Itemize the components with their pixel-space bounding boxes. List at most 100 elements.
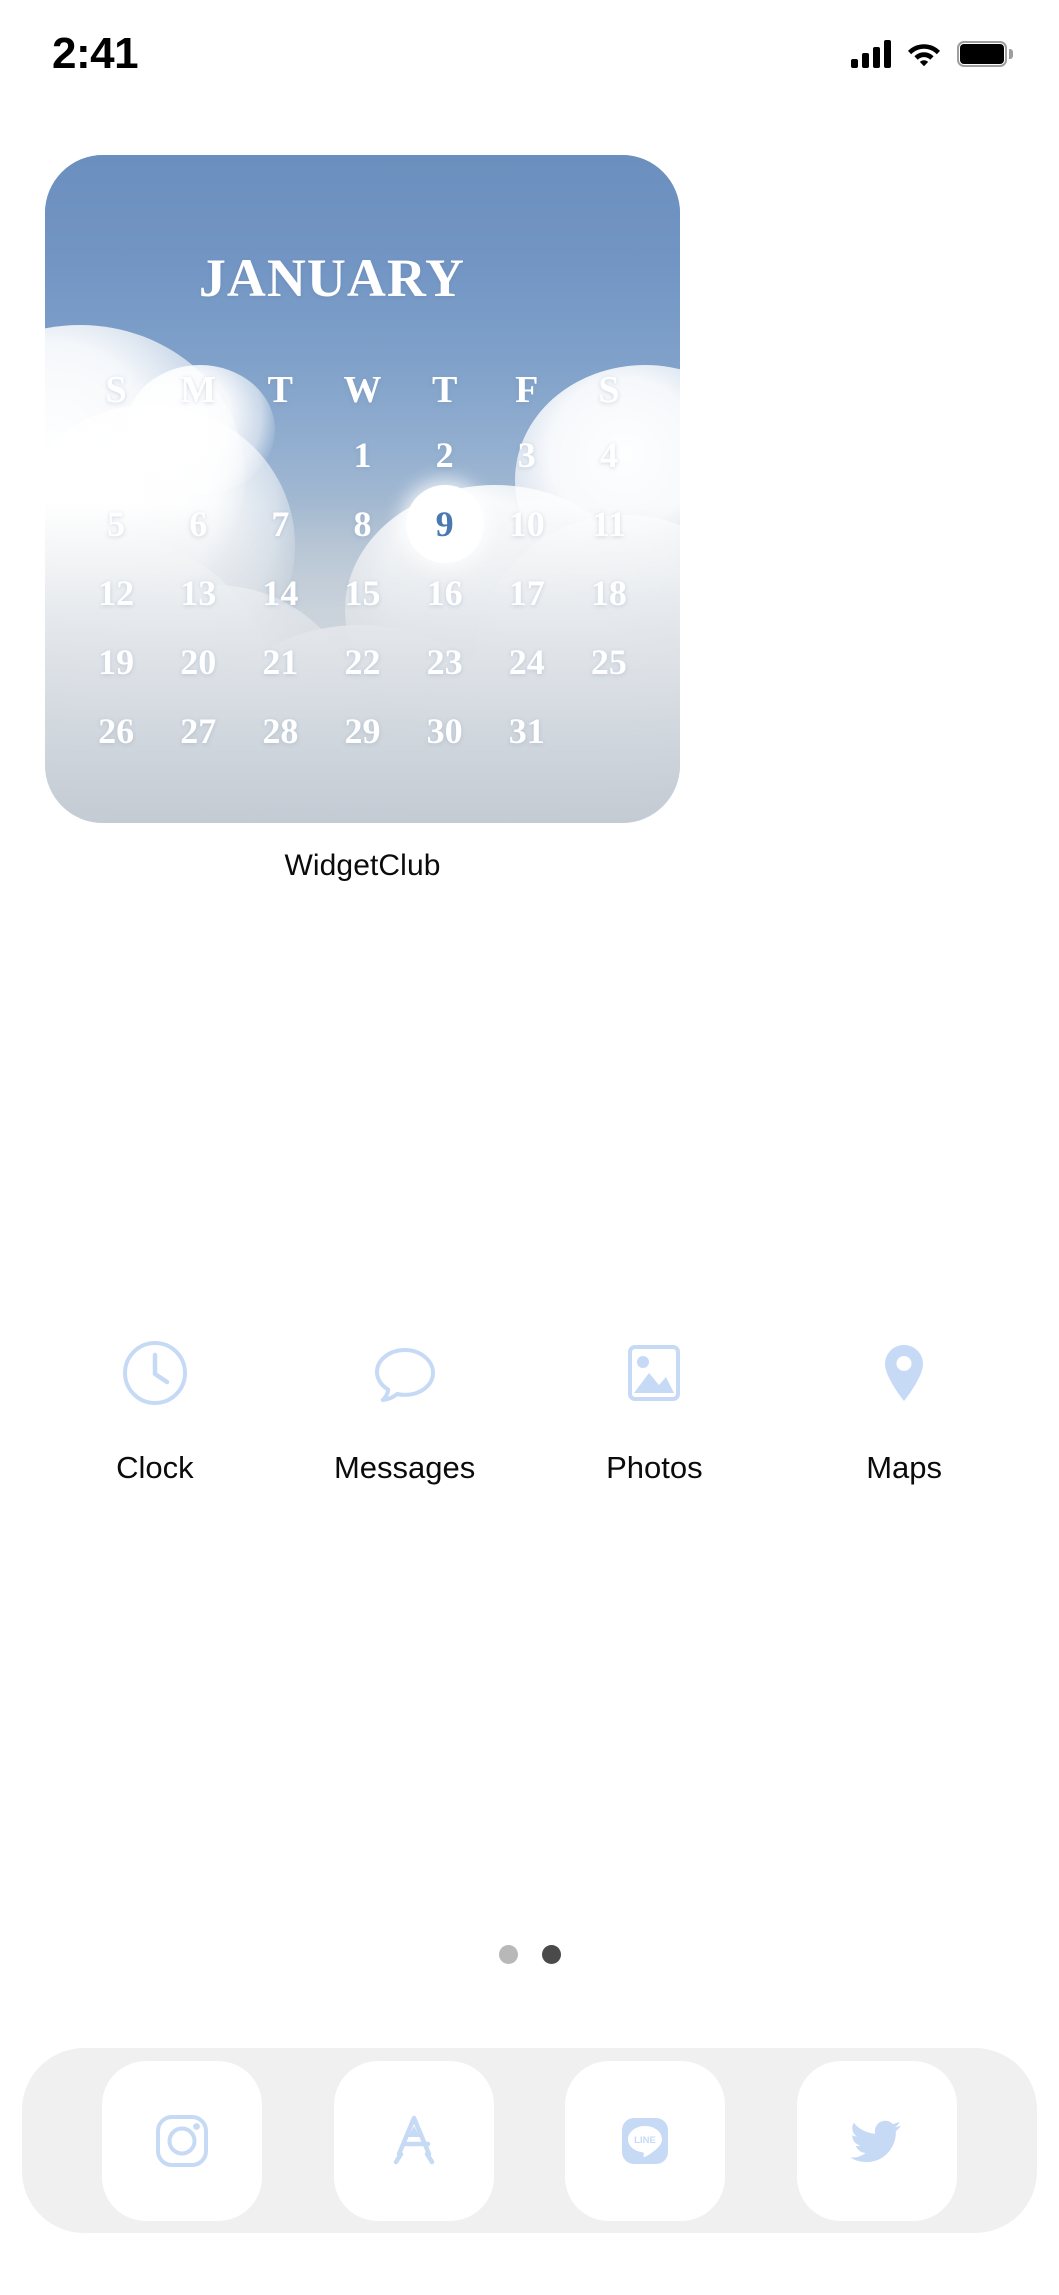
- dock-app-instagram[interactable]: [101, 2060, 262, 2221]
- app-photos[interactable]: Photos: [530, 1330, 780, 1486]
- calendar-day-number: 5: [107, 503, 126, 544]
- calendar-day: 11: [568, 489, 650, 558]
- calendar-empty-cell: [75, 420, 157, 489]
- calendar-day: 30: [404, 696, 486, 765]
- calendar-day-number: 11: [591, 503, 626, 544]
- widget-block: JANUARY S M T W T F S 1 2 3 4 5 6 7 8 9 10 11 12 13 14 15 16 17…: [45, 155, 680, 883]
- calendar-empty-cell: [239, 420, 321, 489]
- message-bubble-icon: [362, 1330, 448, 1416]
- dock-app-twitter[interactable]: [797, 2060, 958, 2221]
- calendar-day: 12: [75, 558, 157, 627]
- calendar-day-number: 23: [426, 641, 463, 682]
- calendar-day: 27: [157, 696, 239, 765]
- app-label: Maps: [866, 1450, 943, 1485]
- calendar-day-number: 21: [262, 641, 299, 682]
- dock: LINE: [22, 2048, 1037, 2233]
- calendar-day-number: 4: [599, 434, 618, 475]
- calendar-day: 17: [486, 558, 568, 627]
- calendar-day-number: 2: [435, 434, 454, 475]
- home-screen: 2:41 JANUARY S M T W T F S 1 2 3 4 5 6 7…: [0, 0, 1059, 2295]
- app-store-icon: [378, 2105, 450, 2177]
- calendar-weekday-header: S: [598, 369, 620, 411]
- calendar-day-number: 20: [180, 641, 217, 682]
- wifi-icon: [907, 40, 941, 68]
- calendar-weekday-header: T: [267, 369, 294, 411]
- widget-label: WidgetClub: [284, 849, 441, 882]
- calendar-weekday-header: W: [343, 369, 382, 411]
- calendar-day-number: 7: [271, 503, 290, 544]
- calendar-day-number: 22: [344, 641, 381, 682]
- calendar-day-number: 12: [98, 572, 135, 613]
- calendar-day: 7: [239, 489, 321, 558]
- calendar-weekday-header: F: [515, 369, 539, 411]
- dock-app-app-store[interactable]: [333, 2060, 494, 2221]
- calendar-day-number: 6: [189, 503, 208, 544]
- calendar-weekday-header: M: [180, 369, 217, 411]
- calendar-weekday-header: T: [431, 369, 458, 411]
- calendar-day-number: 30: [426, 710, 463, 751]
- twitter-bird-icon: [841, 2105, 913, 2177]
- calendar-day: 13: [157, 558, 239, 627]
- calendar-day-number: 24: [508, 641, 545, 682]
- cellular-signal-icon: [851, 40, 891, 68]
- dock-app-line[interactable]: LINE: [565, 2060, 726, 2221]
- calendar-day: 23: [404, 627, 486, 696]
- status-bar: 2:41: [0, 0, 1059, 100]
- calendar-day: 26: [75, 696, 157, 765]
- app-label: Photos: [606, 1450, 703, 1485]
- calendar-day: 4: [568, 420, 650, 489]
- calendar-day: 29: [321, 696, 403, 765]
- calendar-day: 14: [239, 558, 321, 627]
- status-bar-clock: 2:41: [52, 29, 139, 78]
- calendar-day-number: 13: [180, 572, 217, 613]
- calendar-day: 5: [75, 489, 157, 558]
- page-dot[interactable]: [498, 1945, 518, 1964]
- instagram-icon: [146, 2105, 218, 2177]
- clock-icon: [112, 1330, 198, 1416]
- calendar-day: 1: [321, 420, 403, 489]
- calendar-day: 2: [404, 420, 486, 489]
- calendar-day-number: 31: [508, 710, 545, 751]
- line-icon: LINE: [609, 2105, 681, 2177]
- calendar-day: 18: [568, 558, 650, 627]
- calendar-day: 6: [157, 489, 239, 558]
- calendar-day-number: 8: [353, 503, 372, 544]
- calendar-empty-cell: [157, 420, 239, 489]
- calendar-day: 20: [157, 627, 239, 696]
- map-pin-icon: [861, 1330, 947, 1416]
- calendar-day: 21: [239, 627, 321, 696]
- calendar-grid: S M T W T F S 1 2 3 4 5 6 7 8 9 10 11 12 13 14 15 16 17 18 19 20 21…: [75, 360, 650, 765]
- calendar-day-number: 26: [98, 710, 135, 751]
- calendar-day-number: 28: [262, 710, 299, 751]
- calendar-day-number: 9: [435, 503, 454, 544]
- status-bar-indicators: [851, 32, 1013, 68]
- line-glyph-text: LINE: [635, 2135, 657, 2146]
- calendar-day: 19: [75, 627, 157, 696]
- calendar-day: 28: [239, 696, 321, 765]
- calendar-weekday-header: S: [105, 369, 127, 411]
- page-indicator[interactable]: [0, 1945, 1059, 1964]
- calendar-day-today: 9: [404, 484, 486, 563]
- calendar-day-number: 3: [517, 434, 536, 475]
- calendar-day: 25: [568, 627, 650, 696]
- app-label: Messages: [333, 1450, 476, 1485]
- page-dot-active[interactable]: [541, 1945, 561, 1964]
- calendar-month-title: JANUARY: [198, 251, 465, 305]
- calendar-day: 31: [486, 696, 568, 765]
- calendar-widget[interactable]: JANUARY S M T W T F S 1 2 3 4 5 6 7 8 9 10 11 12 13 14 15 16 17…: [45, 155, 680, 823]
- app-row: Clock Messages Photos Maps: [0, 1330, 1059, 1486]
- calendar-day-number: 27: [180, 710, 217, 751]
- app-maps[interactable]: Maps: [779, 1330, 1029, 1486]
- calendar-day: 10: [486, 489, 568, 558]
- app-clock[interactable]: Clock: [30, 1330, 280, 1486]
- calendar-day-number: 18: [590, 572, 627, 613]
- calendar-day-number: 14: [262, 572, 299, 613]
- calendar-day-number: 17: [508, 572, 545, 613]
- calendar-day: 15: [321, 558, 403, 627]
- calendar-day-number: 25: [590, 641, 627, 682]
- calendar-day-number: 16: [426, 572, 463, 613]
- calendar-day-number: 10: [508, 503, 545, 544]
- calendar-day: 22: [321, 627, 403, 696]
- app-messages[interactable]: Messages: [280, 1330, 530, 1486]
- calendar-day-number: 1: [353, 434, 372, 475]
